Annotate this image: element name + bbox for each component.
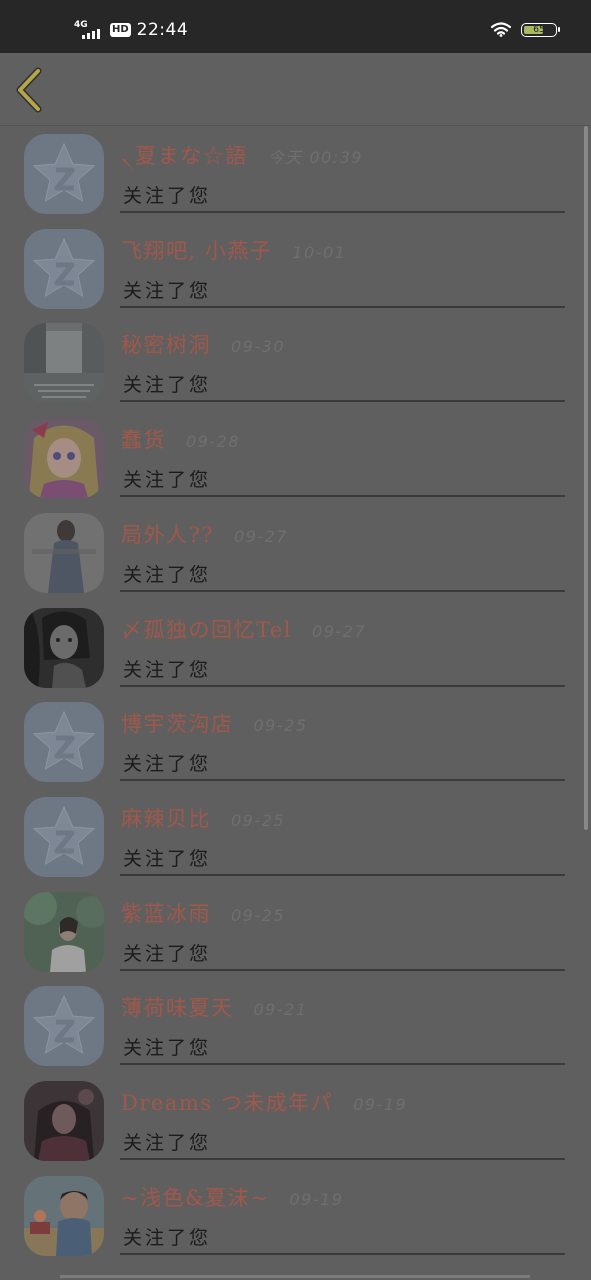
user-name[interactable]: 飞翔吧, 小燕子 <box>121 235 272 265</box>
avatar[interactable] <box>24 418 104 499</box>
notification-row[interactable]: 飞翔吧, 小燕子 10-01 关注了您 <box>0 221 591 316</box>
status-right: 65 <box>491 22 560 37</box>
action-text: 关注了您 <box>123 374 212 397</box>
name-line: 局外人?? 09-27 <box>121 519 289 547</box>
timestamp: 09-30 <box>231 337 285 357</box>
avatar[interactable] <box>24 134 104 214</box>
wifi-icon <box>491 22 511 37</box>
row-divider <box>120 495 565 498</box>
clock: 22:44 <box>136 20 189 40</box>
timestamp: 10-01 <box>292 242 347 262</box>
row-divider <box>120 684 565 687</box>
status-left: 4G HD 22:44 <box>74 18 188 42</box>
action-text: 关注了您 <box>123 563 212 586</box>
action-text: 关注了您 <box>123 1037 212 1060</box>
notification-row[interactable]: ৲夏まな☆語 今天 00:39 关注了您 <box>0 126 591 221</box>
row-divider <box>120 305 565 308</box>
action-text: 关注了您 <box>123 658 212 681</box>
notification-list[interactable]: ৲夏まな☆語 今天 00:39 关注了您 飞翔吧, 小燕子 10-01 关注了您 秘密树洞 0… <box>0 126 591 1280</box>
name-line: 秘密树洞 09-30 <box>121 329 285 357</box>
action-text: 关注了您 <box>123 279 212 302</box>
avatar[interactable] <box>24 228 104 309</box>
avatar[interactable] <box>24 986 104 1067</box>
name-line: 紫蓝冰雨 09-25 <box>121 898 285 926</box>
avatar[interactable] <box>24 796 104 877</box>
timestamp: 09-19 <box>353 1095 408 1114</box>
row-divider <box>120 1252 565 1255</box>
timestamp: 今天 00:39 <box>267 148 364 167</box>
name-line: ~浅色&夏沫~ 09-19 <box>121 1182 344 1210</box>
user-name[interactable]: 紫蓝冰雨 <box>121 898 211 928</box>
user-name[interactable]: 秘密树洞 <box>121 329 211 359</box>
title-bar <box>0 53 591 126</box>
name-line: 〆孤独の回忆Tel 09-27 <box>121 614 367 642</box>
row-divider <box>120 968 565 971</box>
notification-row[interactable]: 紫蓝冰雨 09-25 关注了您 <box>0 884 591 979</box>
user-name[interactable]: ৲夏まな☆語 <box>121 140 248 175</box>
avatar[interactable] <box>24 891 104 972</box>
hd-badge: HD <box>110 23 131 37</box>
chevron-left-icon <box>16 67 42 113</box>
timestamp: 09-25 <box>231 905 285 925</box>
name-line: 薄荷味夏天 09-21 <box>121 992 308 1020</box>
battery-level: 65 <box>533 24 545 35</box>
user-name[interactable]: 麻辣贝比 <box>121 803 211 833</box>
name-line: 蠢货 09-28 <box>121 424 240 452</box>
avatar[interactable] <box>24 512 104 593</box>
back-button[interactable] <box>12 67 52 113</box>
user-name[interactable]: 薄荷味夏天 <box>121 992 234 1022</box>
timestamp: 09-25 <box>231 810 285 830</box>
action-text: 关注了您 <box>123 847 212 870</box>
notification-row[interactable]: 博宇茨沟店 09-25 关注了您 <box>0 694 591 789</box>
name-line: 麻辣贝比 09-25 <box>121 803 285 831</box>
action-text: 关注了您 <box>123 469 212 492</box>
avatar[interactable] <box>24 1175 104 1256</box>
notification-row[interactable]: 蠢货 09-28 关注了您 <box>0 410 591 505</box>
notification-row[interactable]: 薄荷味夏天 09-21 关注了您 <box>0 978 591 1073</box>
user-name[interactable]: 博宇茨沟店 <box>121 708 234 738</box>
action-text: 关注了您 <box>123 1132 212 1154</box>
scrollbar[interactable] <box>584 126 588 830</box>
user-name[interactable]: 局外人?? <box>121 519 214 549</box>
next-item-peek <box>60 1275 530 1278</box>
row-divider <box>120 589 565 592</box>
row-divider <box>120 400 565 403</box>
user-name[interactable]: 〆孤独の回忆Tel <box>121 614 292 644</box>
user-name[interactable]: 蠢货 <box>121 424 166 454</box>
notification-row[interactable]: 秘密树洞 09-30 关注了您 <box>0 315 591 410</box>
battery-icon: 65 <box>521 22 560 37</box>
avatar[interactable] <box>24 1081 104 1161</box>
notification-row[interactable]: ~浅色&夏沫~ 09-19 关注了您 <box>0 1168 591 1263</box>
notification-row[interactable]: 〆孤独の回忆Tel 09-27 关注了您 <box>0 600 591 695</box>
signal-icon: 4G <box>74 19 104 41</box>
row-divider <box>120 873 565 876</box>
avatar[interactable] <box>24 702 104 783</box>
row-divider <box>120 779 565 782</box>
name-line: ৲夏まな☆語 今天 00:39 <box>121 140 364 168</box>
row-divider <box>120 1063 565 1066</box>
action-text: 关注了您 <box>123 753 212 776</box>
timestamp: 09-27 <box>234 526 289 546</box>
row-divider <box>120 211 565 213</box>
row-divider <box>120 1158 565 1160</box>
status-bar: 4G HD 22:44 65 <box>0 0 591 53</box>
user-name[interactable]: ~浅色&夏沫~ <box>121 1182 269 1212</box>
notification-row[interactable]: 局外人?? 09-27 关注了您 <box>0 505 591 600</box>
action-text: 关注了您 <box>123 185 212 207</box>
timestamp: 09-28 <box>186 432 240 452</box>
notification-row[interactable]: Dreams つ未成年パ 09-19 关注了您 <box>0 1073 591 1168</box>
action-text: 关注了您 <box>123 942 212 965</box>
timestamp: 09-27 <box>312 621 367 641</box>
avatar[interactable] <box>24 323 104 404</box>
avatar[interactable] <box>24 607 104 688</box>
timestamp: 09-19 <box>289 1189 344 1209</box>
name-line: Dreams つ未成年パ 09-19 <box>121 1087 408 1115</box>
user-name[interactable]: Dreams つ未成年パ <box>121 1087 333 1117</box>
name-line: 博宇茨沟店 09-25 <box>121 708 308 736</box>
action-text: 关注了您 <box>123 1226 212 1249</box>
name-line: 飞翔吧, 小燕子 10-01 <box>121 235 347 263</box>
timestamp: 09-25 <box>253 716 308 736</box>
timestamp: 09-21 <box>253 1000 308 1020</box>
notification-row[interactable]: 麻辣贝比 09-25 关注了您 <box>0 789 591 884</box>
